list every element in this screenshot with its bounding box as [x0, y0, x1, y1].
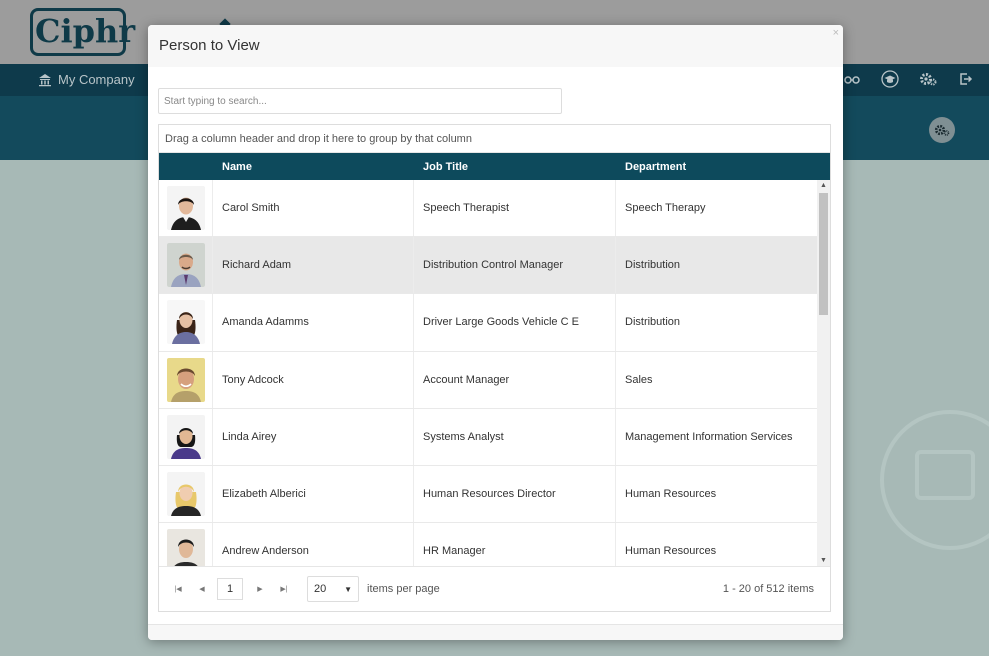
pager-info: 1 - 20 of 512 items — [722, 583, 814, 595]
name-cell: Richard Adam — [213, 237, 414, 294]
logout-icon[interactable] — [957, 70, 975, 88]
scroll-thumb[interactable] — [819, 193, 828, 315]
job-title-cell: Account Manager — [414, 351, 616, 408]
table-row[interactable]: Elizabeth Alberici Human Resources Direc… — [159, 465, 830, 524]
people-grid: Drag a column header and drop it here to… — [158, 124, 831, 612]
department-cell: Distribution — [616, 237, 818, 294]
photo-cell — [159, 351, 213, 408]
current-page-number[interactable]: 1 — [217, 578, 243, 600]
dropdown-arrow-icon: ▼ — [344, 584, 352, 594]
job-title-cell: Speech Therapist — [414, 180, 616, 237]
nav-icon-group — [843, 70, 975, 88]
person-to-view-dialog: Person to View × Drag a column header an… — [148, 25, 843, 640]
department-cell: Human Resources — [616, 523, 818, 567]
background-illustration-detail — [915, 450, 975, 500]
items-per-page-label: items per page — [367, 583, 440, 595]
photo-cell — [159, 465, 213, 523]
dialog-title: Person to View — [159, 37, 260, 54]
name-cell: Carol Smith — [213, 180, 414, 237]
photo-cell — [159, 294, 213, 351]
close-icon[interactable]: × — [833, 27, 839, 39]
ciphr-logo[interactable]: Ciphr — [30, 8, 135, 56]
department-cell: Human Resources — [616, 465, 818, 523]
building-icon — [39, 73, 51, 86]
avatar — [166, 414, 205, 459]
table-row[interactable]: Amanda Adamms Driver Large Goods Vehicle… — [159, 294, 830, 352]
dialog-header: Person to View × — [148, 25, 843, 67]
table-row[interactable]: Andrew Anderson HR Manager Human Resourc… — [159, 523, 830, 567]
department-cell: Management Information Services — [616, 408, 818, 465]
table-row[interactable]: Tony Adcock Account Manager Sales — [159, 351, 830, 409]
avatar — [166, 357, 205, 402]
nav-my-company[interactable]: My Company — [38, 72, 135, 87]
page-size-value: 20 — [314, 583, 327, 595]
photo-cell — [159, 523, 213, 567]
job-title-cell: HR Manager — [414, 523, 616, 567]
job-title-cell: Systems Analyst — [414, 408, 616, 465]
scroll-up-arrow-icon[interactable]: ▲ — [817, 180, 830, 192]
last-page-icon[interactable]: ▶| — [277, 582, 291, 596]
name-cell: Elizabeth Alberici — [213, 465, 414, 523]
options-gear-icon[interactable] — [929, 117, 955, 143]
department-cell: Sales — [616, 351, 818, 408]
avatar — [166, 243, 205, 288]
nav-my-company-label: My Company — [58, 72, 135, 87]
name-column-header[interactable]: Name — [213, 153, 414, 180]
name-cell: Andrew Anderson — [213, 523, 414, 567]
first-page-icon[interactable]: |◀ — [171, 582, 185, 596]
avatar — [166, 300, 205, 345]
department-cell: Speech Therapy — [616, 180, 818, 237]
dialog-footer — [148, 624, 843, 640]
table-row[interactable]: Carol Smith Speech Therapist Speech Ther… — [159, 180, 830, 238]
graduation-cap-icon[interactable] — [881, 70, 899, 88]
settings-icon[interactable] — [919, 70, 937, 88]
grid-pager: |◀ ◀ 1 ▶ ▶| 20 ▼ items per page 1 - 20 o… — [159, 566, 830, 611]
previous-page-icon[interactable]: ◀ — [195, 582, 209, 596]
grid-scrollbar[interactable]: ▲ ▼ — [817, 180, 830, 567]
grid-header: Name Job Title Department — [159, 153, 830, 180]
job-title-cell: Human Resources Director — [414, 465, 616, 523]
avatar — [166, 472, 205, 517]
name-cell: Amanda Adamms — [213, 294, 414, 351]
avatar — [166, 529, 205, 567]
grid-body: Carol Smith Speech Therapist Speech Ther… — [159, 180, 830, 567]
photo-cell — [159, 180, 213, 237]
photo-cell — [159, 408, 213, 465]
avatar — [166, 186, 205, 231]
job-title-column-header[interactable]: Job Title — [414, 153, 616, 180]
group-by-panel[interactable]: Drag a column header and drop it here to… — [159, 125, 830, 153]
next-page-icon[interactable]: ▶ — [253, 582, 267, 596]
table-row[interactable]: Richard Adam Distribution Control Manage… — [159, 237, 830, 295]
page-size-select[interactable]: 20 ▼ — [307, 576, 359, 602]
search-input[interactable] — [158, 88, 562, 114]
photo-column-header — [159, 153, 213, 180]
glasses-icon[interactable] — [843, 70, 861, 88]
department-cell: Distribution — [616, 294, 818, 351]
job-title-cell: Driver Large Goods Vehicle C E — [414, 294, 616, 351]
table-row[interactable]: Linda Airey Systems Analyst Management I… — [159, 408, 830, 466]
department-column-header[interactable]: Department — [616, 153, 818, 180]
job-title-cell: Distribution Control Manager — [414, 237, 616, 294]
photo-cell — [159, 237, 213, 294]
name-cell: Linda Airey — [213, 408, 414, 465]
name-cell: Tony Adcock — [213, 351, 414, 408]
